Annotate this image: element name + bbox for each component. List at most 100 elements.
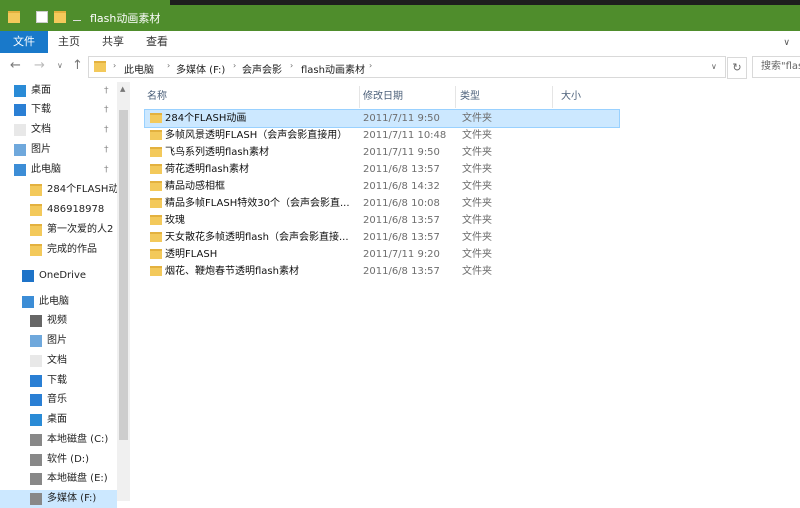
column-type[interactable]: 类型 <box>454 86 553 108</box>
tab-home[interactable]: 主页 <box>50 31 88 53</box>
nav-item[interactable]: 文档 † <box>0 121 117 139</box>
file-type: 文件夹 <box>462 130 492 141</box>
nav-scrollbar[interactable]: ▲ <box>117 82 130 501</box>
nav-item[interactable]: 视频 <box>0 312 117 330</box>
desktop-icon <box>14 85 26 97</box>
file-name: 精品动感相框 <box>165 181 225 192</box>
nav-item[interactable]: 第一次爱的人2 <box>0 221 117 239</box>
folder-icon <box>150 164 162 174</box>
crumb-separator-icon: › <box>113 61 117 70</box>
file-date: 2011/7/11 9:20 <box>363 249 440 260</box>
crumb-flash-folder[interactable]: flash动画素材 <box>301 61 365 76</box>
nav-item-label: 486918978 <box>47 204 105 215</box>
title-bar: flash动画素材 <box>0 0 800 31</box>
file-type: 文件夹 <box>462 181 492 192</box>
file-type: 文件夹 <box>462 198 492 209</box>
tab-view[interactable]: 查看 <box>138 31 176 53</box>
nav-item[interactable]: 软件 (D:) <box>0 451 117 469</box>
desktop-icon <box>30 414 42 426</box>
folder-icon <box>30 244 42 256</box>
folder-icon <box>150 198 162 208</box>
nav-item[interactable]: 完成的作品 <box>0 241 117 259</box>
file-name: 飞鸟系列透明flash素材 <box>165 147 269 158</box>
file-row[interactable]: 荷花透明flash素材 2011/6/8 13:57 文件夹 <box>145 161 619 178</box>
nav-item[interactable]: 图片 <box>0 332 117 350</box>
pin-icon[interactable]: † <box>104 141 109 159</box>
properties-icon[interactable] <box>36 11 48 23</box>
nav-item-label: OneDrive <box>39 270 87 281</box>
folder-icon <box>94 61 106 72</box>
refresh-button[interactable]: ↻ <box>727 57 747 79</box>
scroll-up-icon[interactable]: ▲ <box>120 85 125 93</box>
nav-item[interactable]: 下载 <box>0 372 117 390</box>
up-arrow-icon[interactable]: ↑ <box>72 58 83 73</box>
drive-icon <box>30 493 42 505</box>
nav-item[interactable]: 文档 <box>0 352 117 370</box>
expand-ribbon-icon[interactable]: ∨ <box>783 38 790 48</box>
file-type: 文件夹 <box>462 164 492 175</box>
file-row[interactable]: 精品动感相框 2011/6/8 14:32 文件夹 <box>145 178 619 195</box>
recent-locations-icon[interactable]: ∨ <box>57 61 63 70</box>
nav-item-label: 文档 <box>31 124 51 135</box>
pin-icon[interactable]: † <box>104 101 109 119</box>
pin-icon[interactable]: † <box>104 82 109 100</box>
folder-icon <box>8 11 20 23</box>
file-name: 玫瑰 <box>165 215 185 226</box>
file-row[interactable]: 天女散花多帧透明flash（会声会影直接... 2011/6/8 13:57 文件夹 <box>145 229 619 246</box>
nav-item[interactable]: 此电脑 † <box>0 161 117 179</box>
crumb-drive-f[interactable]: 多媒体 (F:) <box>176 61 225 76</box>
nav-item[interactable]: 本地磁盘 (C:) <box>0 431 117 449</box>
file-row[interactable]: 精品多帧FLASH特效30个（会声会影直... 2011/6/8 10:08 文件夹 <box>145 195 619 212</box>
nav-item[interactable]: 284个FLASH动画 <box>0 181 117 199</box>
window-title: flash动画素材 <box>90 12 161 25</box>
nav-item-label: 本地磁盘 (C:) <box>47 434 109 445</box>
tab-file[interactable]: 文件 <box>0 31 48 53</box>
download-icon <box>14 104 26 116</box>
file-name: 284个FLASH动画 <box>165 113 247 124</box>
nav-item[interactable]: 桌面 † <box>0 82 117 100</box>
file-row[interactable]: 透明FLASH 2011/7/11 9:20 文件夹 <box>145 246 619 263</box>
new-folder-icon[interactable] <box>54 11 66 23</box>
drive-icon <box>30 473 42 485</box>
nav-item-label: 软件 (D:) <box>47 454 90 465</box>
nav-item[interactable]: OneDrive <box>0 267 117 285</box>
column-name[interactable]: 名称 <box>141 86 360 108</box>
file-row[interactable]: 烟花、鞭炮春节透明flash素材 2011/6/8 13:57 文件夹 <box>145 263 619 280</box>
file-row[interactable]: 多帧风景透明FLASH（会声会影直接用） 2011/7/11 10:48 文件夹 <box>145 127 619 144</box>
tab-share[interactable]: 共享 <box>94 31 132 53</box>
search-input[interactable]: 搜索"flash动画素材" <box>752 56 800 78</box>
file-name: 烟花、鞭炮春节透明flash素材 <box>165 266 299 277</box>
back-arrow-icon[interactable]: ← <box>10 58 21 73</box>
scrollbar-thumb[interactable] <box>119 110 128 440</box>
crumb-huisheng[interactable]: 会声会影 <box>242 61 282 76</box>
nav-item-label: 此电脑 <box>31 164 61 175</box>
forward-arrow-icon[interactable]: → <box>34 58 45 73</box>
nav-item[interactable]: 下载 † <box>0 101 117 119</box>
file-date: 2011/7/11 9:50 <box>363 147 440 158</box>
nav-item[interactable]: 音乐 <box>0 391 117 409</box>
quick-access-dropdown-icon[interactable] <box>73 12 81 21</box>
nav-item[interactable]: 图片 † <box>0 141 117 159</box>
nav-item[interactable]: 桌面 <box>0 411 117 429</box>
file-row[interactable]: 飞鸟系列透明flash素材 2011/7/11 9:50 文件夹 <box>145 144 619 161</box>
pin-icon[interactable]: † <box>104 121 109 139</box>
file-row[interactable]: 玫瑰 2011/6/8 13:57 文件夹 <box>145 212 619 229</box>
column-size[interactable]: 大小 <box>555 86 621 108</box>
nav-item-label: 图片 <box>47 335 67 346</box>
crumb-separator-icon: › <box>233 61 237 70</box>
nav-item[interactable]: 本地磁盘 (E:) <box>0 470 117 488</box>
pin-icon[interactable]: † <box>104 161 109 179</box>
music-icon <box>30 394 42 406</box>
folder-icon <box>150 215 162 225</box>
column-date[interactable]: 修改日期 <box>357 86 456 108</box>
nav-item[interactable]: 486918978 <box>0 201 117 219</box>
nav-item[interactable]: 此电脑 <box>0 293 117 311</box>
crumb-this-pc[interactable]: 此电脑 <box>124 61 154 76</box>
file-row[interactable]: 284个FLASH动画 2011/7/11 9:50 文件夹 <box>144 109 620 128</box>
nav-item[interactable]: 多媒体 (F:) <box>0 490 117 508</box>
address-bar[interactable]: › 此电脑 › 多媒体 (F:) › 会声会影 › flash动画素材 › ∨ <box>88 56 726 78</box>
address-dropdown-icon[interactable]: ∨ <box>711 62 717 71</box>
file-date: 2011/6/8 13:57 <box>363 232 440 243</box>
computer-icon <box>14 164 26 176</box>
ribbon-tabs: 文件 主页 共享 查看 ∨ <box>0 31 800 54</box>
